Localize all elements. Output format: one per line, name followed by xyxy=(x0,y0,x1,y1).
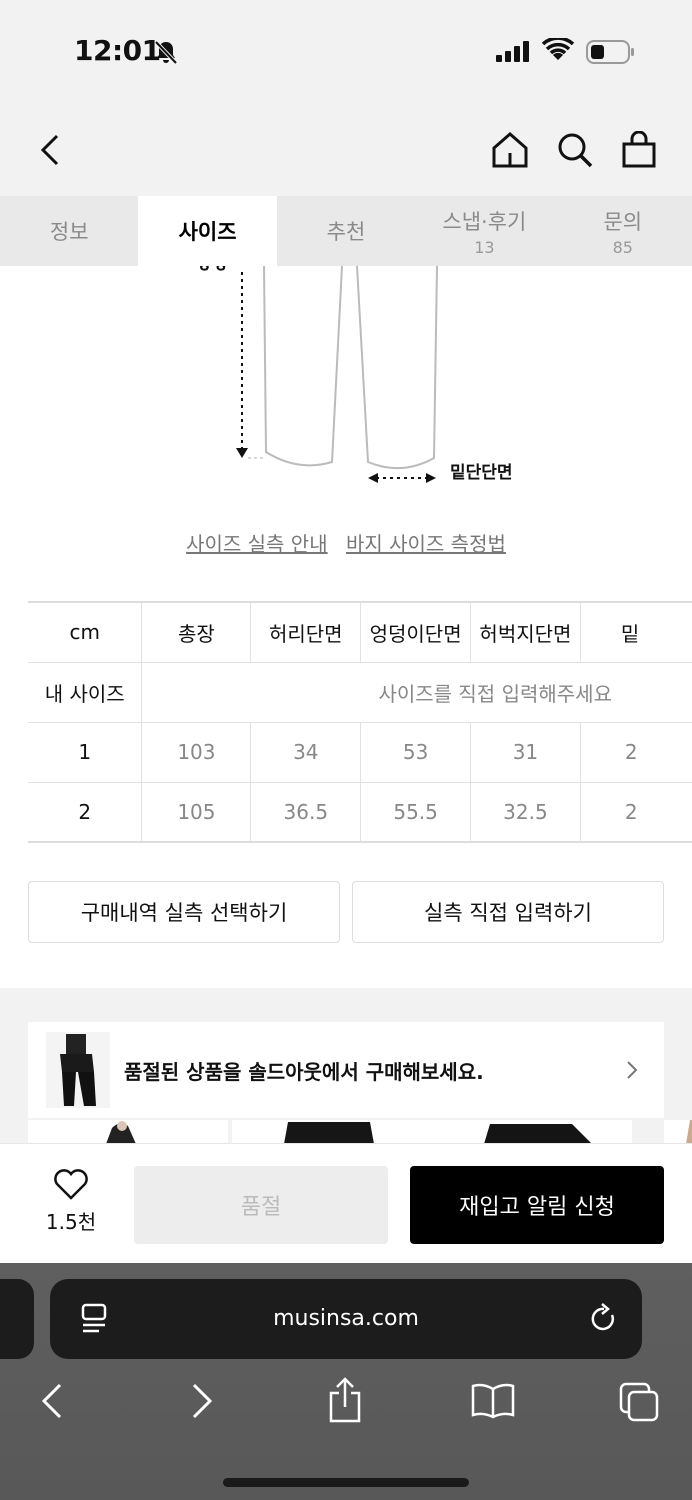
app-header xyxy=(0,100,692,196)
battery-icon xyxy=(586,40,634,64)
table-header-cell: 허리단면 xyxy=(250,601,362,663)
chevron-right-icon xyxy=(627,1061,638,1079)
back-button[interactable] xyxy=(30,128,70,172)
tab-recommend[interactable]: 추천 xyxy=(277,196,415,266)
product-tabs: 정보 사이즈 추천 스냅·후기 13 문의 85 xyxy=(0,196,692,266)
product-preview[interactable] xyxy=(664,1120,692,1144)
table-header-cell: 허벅지단면 xyxy=(470,601,581,663)
soldout-banner-area: 품절된 상품을 솔드아웃에서 구매해보세요. xyxy=(0,988,692,1148)
previous-tab-preview[interactable] xyxy=(0,1279,34,1359)
like-count: 1.5천 xyxy=(45,1210,97,1234)
size-guide-link[interactable]: 사이즈 실측 안내 xyxy=(186,532,328,556)
size-guide-links: 사이즈 실측 안내 바지 사이즈 측정법 xyxy=(0,528,692,557)
home-icon xyxy=(492,132,528,168)
tab-label: 추천 xyxy=(326,220,366,244)
table-cell: 31 xyxy=(470,721,581,783)
browser-toolbar: musinsa.com xyxy=(0,1263,692,1500)
address-bar[interactable]: musinsa.com xyxy=(50,1279,642,1359)
product-image xyxy=(484,1124,592,1144)
soldout-button[interactable]: 품절 xyxy=(134,1166,388,1244)
restock-alert-button[interactable]: 재입고 알림 신청 xyxy=(410,1166,664,1244)
product-preview[interactable] xyxy=(432,1120,632,1144)
purchase-bar: 1.5천 품절 재입고 알림 신청 xyxy=(0,1143,692,1263)
table-header-cell: 총장 xyxy=(141,601,252,663)
chevron-left-icon xyxy=(40,134,59,166)
table-header-row: cm 총장 허리단면 엉덩이단면 허벅지단면 밑 xyxy=(28,601,692,663)
tab-qna[interactable]: 문의 85 xyxy=(554,196,692,266)
tab-label: 사이즈 xyxy=(178,220,237,244)
search-icon xyxy=(558,133,593,168)
my-size-input[interactable]: 사이즈를 직접 입력해주세요 xyxy=(141,661,692,723)
measure-buttons: 구매내역 실측 선택하기 실측 직접 입력하기 xyxy=(28,881,664,943)
tab-size[interactable]: 사이즈 xyxy=(138,196,277,266)
svg-text:ㅎㅎ: ㅎㅎ xyxy=(196,266,229,277)
tab-label: 정보 xyxy=(49,220,89,244)
size-label: 2 xyxy=(28,781,143,843)
product-thumbnail xyxy=(46,1032,110,1108)
table-row: 1 103 34 53 31 2 xyxy=(28,721,692,783)
shopping-bag-icon xyxy=(622,131,656,168)
table-header-cell: 밑 xyxy=(580,601,692,663)
table-header-cell: 엉덩이단면 xyxy=(360,601,472,663)
soldout-banner-text: 품절된 상품을 솔드아웃에서 구매해보세요. xyxy=(124,1059,484,1084)
manual-input-button[interactable]: 실측 직접 입력하기 xyxy=(352,881,664,943)
soldout-banner[interactable]: 품절된 상품을 솔드아웃에서 구매해보세요. xyxy=(28,1022,664,1118)
product-image xyxy=(686,1120,692,1144)
bookmarks-icon[interactable] xyxy=(470,1383,516,1419)
table-cell: 32.5 xyxy=(470,781,581,843)
table-cell: 55.5 xyxy=(360,781,472,843)
tab-count: 85 xyxy=(612,237,633,257)
cart-button[interactable] xyxy=(619,128,659,172)
select-from-history-button[interactable]: 구매내역 실측 선택하기 xyxy=(28,881,340,943)
browser-forward-icon[interactable] xyxy=(190,1381,214,1421)
size-table: cm 총장 허리단면 엉덩이단면 허벅지단면 밑 내 사이즈 사이즈를 직접 입… xyxy=(28,601,692,843)
bell-muted-icon xyxy=(154,40,178,65)
product-preview[interactable] xyxy=(232,1120,432,1144)
tab-snap-review[interactable]: 스냅·후기 13 xyxy=(415,196,553,266)
table-cell: 53 xyxy=(360,721,472,783)
measure-method-link[interactable]: 바지 사이즈 측정법 xyxy=(346,532,506,556)
tabs-icon[interactable] xyxy=(618,1381,660,1423)
home-button[interactable] xyxy=(490,128,530,172)
table-cell: 105 xyxy=(141,781,252,843)
status-bar: 12:01 xyxy=(0,0,692,100)
my-size-label: 내 사이즈 xyxy=(28,661,143,723)
tab-count: 13 xyxy=(474,237,495,257)
hem-label: 밑단단면 xyxy=(450,463,513,483)
tab-label: 스냅·후기 xyxy=(442,209,527,234)
table-cell: 2 xyxy=(580,721,692,783)
table-header-cell: cm xyxy=(28,601,143,663)
product-preview[interactable] xyxy=(28,1120,228,1144)
wifi-icon xyxy=(542,38,574,60)
tab-label: 문의 xyxy=(603,209,643,234)
url-text: musinsa.com xyxy=(273,1306,419,1331)
browser-back-icon[interactable] xyxy=(40,1381,64,1421)
table-cell: 36.5 xyxy=(250,781,362,843)
product-image xyxy=(284,1122,374,1144)
home-indicator xyxy=(223,1478,469,1487)
reload-icon[interactable] xyxy=(590,1303,618,1335)
size-section: ㅎㅎ 밑단단면 사이즈 실측 안내 바지 사이즈 측정법 cm 총장 허리단면 … xyxy=(0,266,692,988)
like-button[interactable]: 1.5천 xyxy=(36,1168,106,1235)
heart-icon xyxy=(54,1169,88,1200)
signal-icon xyxy=(496,41,529,62)
table-cell: 2 xyxy=(580,781,692,843)
my-size-row: 내 사이즈 사이즈를 직접 입력해주세요 xyxy=(28,661,692,723)
size-label: 1 xyxy=(28,721,143,783)
status-time: 12:01 xyxy=(74,34,161,67)
search-button[interactable] xyxy=(555,128,595,172)
table-cell: 34 xyxy=(250,721,362,783)
table-cell: 103 xyxy=(141,721,252,783)
product-image xyxy=(106,1121,136,1144)
share-icon[interactable] xyxy=(326,1377,364,1423)
table-row: 2 105 36.5 55.5 32.5 2 xyxy=(28,781,692,843)
tab-info[interactable]: 정보 xyxy=(0,196,138,266)
pants-measurement-diagram: ㅎㅎ 밑단단면 xyxy=(196,266,513,483)
